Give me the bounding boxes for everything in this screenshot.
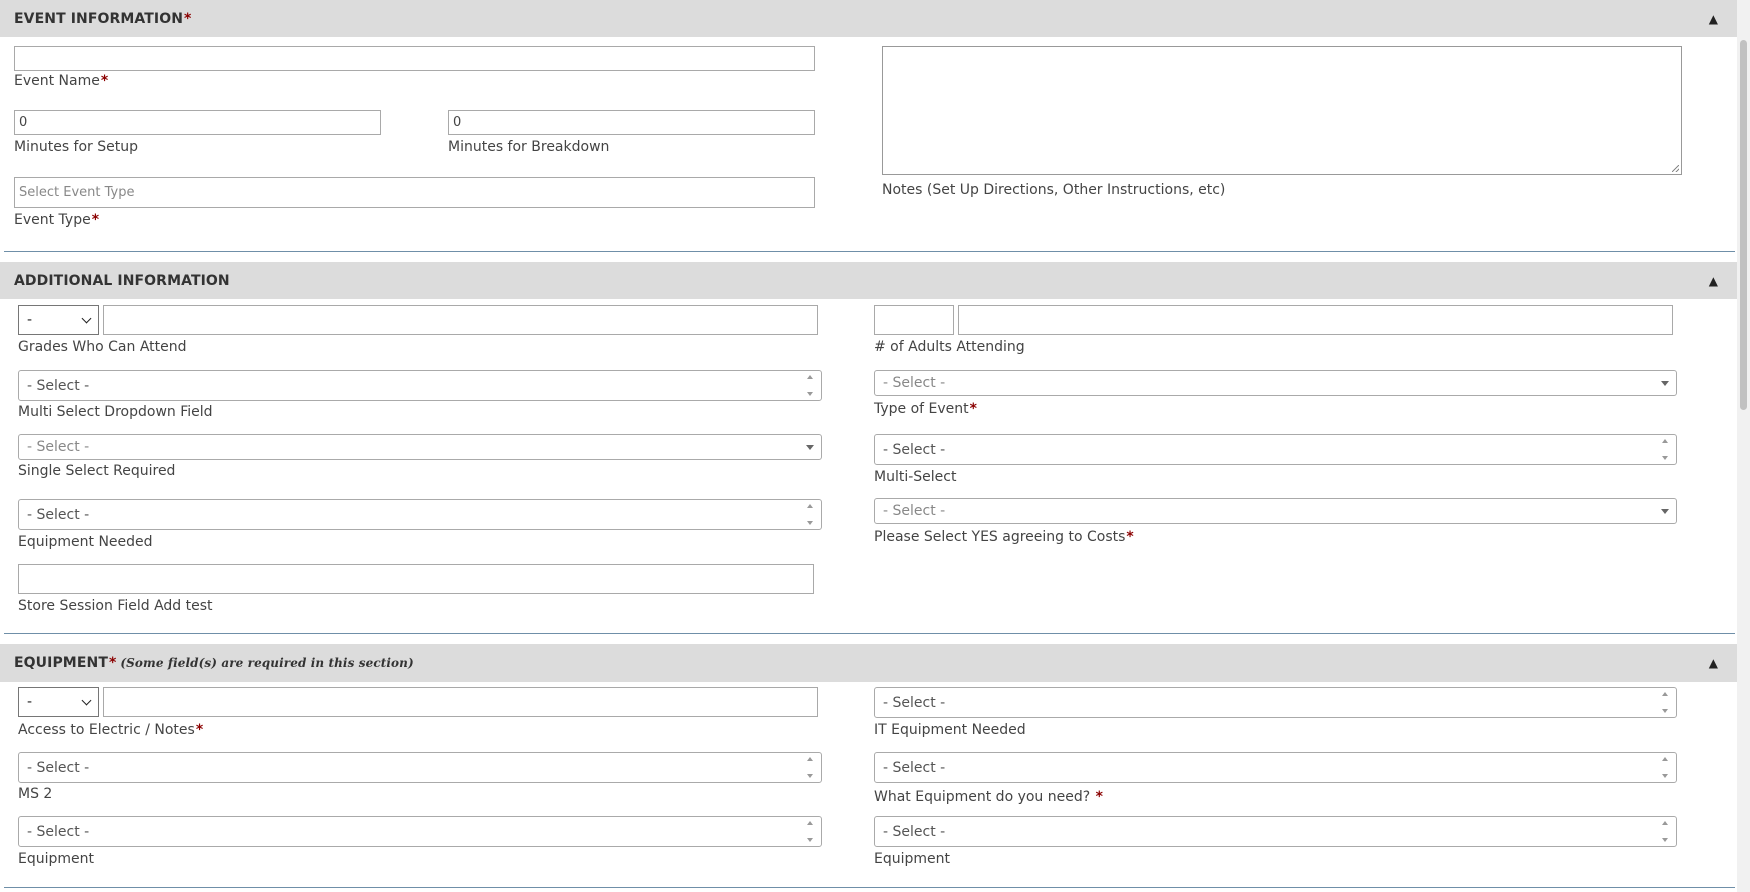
adults-notes-input[interactable] bbox=[958, 305, 1673, 335]
event-name-input[interactable] bbox=[14, 46, 815, 71]
section-title-text: ADDITIONAL INFORMATION bbox=[14, 272, 230, 289]
spinner-icon[interactable] bbox=[1660, 692, 1670, 713]
section-title-text: EQUIPMENT bbox=[14, 655, 108, 671]
event-name-label: Event Name* bbox=[14, 73, 109, 89]
section-header-additional-information[interactable]: ADDITIONAL INFORMATION ▲ bbox=[0, 262, 1737, 299]
single-select-required-label: Single Select Required bbox=[18, 463, 176, 479]
section-title: ADDITIONAL INFORMATION bbox=[14, 262, 230, 299]
what-equipment-label: What Equipment do you need? * bbox=[874, 789, 1103, 805]
spinner-icon[interactable] bbox=[805, 375, 815, 396]
grades-label: Grades Who Can Attend bbox=[18, 339, 187, 355]
it-equipment-field[interactable]: - Select - bbox=[874, 687, 1677, 718]
adults-label: # of Adults Attending bbox=[874, 339, 1025, 355]
collapse-caret-icon[interactable]: ▲ bbox=[1709, 262, 1718, 299]
access-electric-select[interactable]: - bbox=[18, 687, 99, 717]
notes-label: Notes (Set Up Directions, Other Instruct… bbox=[882, 182, 1226, 198]
chevron-down-icon bbox=[1661, 509, 1669, 514]
section-note: (Some field(s) are required in this sect… bbox=[120, 656, 414, 670]
collapse-caret-icon[interactable]: ▲ bbox=[1709, 0, 1718, 37]
spinner-icon[interactable] bbox=[805, 757, 815, 778]
minutes-setup-input[interactable]: 0 bbox=[14, 110, 381, 135]
minutes-breakdown-label: Minutes for Breakdown bbox=[448, 139, 610, 155]
access-electric-notes-input[interactable] bbox=[103, 687, 818, 717]
section-title: EQUIPMENT * (Some field(s) are required in… bbox=[14, 644, 414, 682]
single-select-required[interactable]: - Select - bbox=[18, 434, 822, 460]
scrollbar-thumb[interactable] bbox=[1740, 40, 1747, 410]
agree-costs-select[interactable]: - Select - bbox=[874, 498, 1677, 524]
access-electric-label: Access to Electric / Notes* bbox=[18, 722, 204, 738]
section-divider bbox=[4, 251, 1735, 252]
equipment-left-field[interactable]: - Select - bbox=[18, 816, 822, 847]
grades-select[interactable]: - bbox=[18, 305, 99, 335]
agree-costs-label: Please Select YES agreeing to Costs* bbox=[874, 529, 1134, 545]
notes-textarea[interactable] bbox=[882, 46, 1682, 175]
minutes-breakdown-input[interactable]: 0 bbox=[448, 110, 815, 135]
required-marker: * bbox=[108, 655, 117, 671]
section-title-text: EVENT INFORMATION bbox=[14, 10, 184, 27]
spinner-icon[interactable] bbox=[1660, 439, 1670, 460]
chevron-down-icon bbox=[81, 695, 92, 706]
multi-dropdown-field[interactable]: - Select - bbox=[18, 370, 822, 401]
store-session-input[interactable] bbox=[18, 564, 814, 594]
multi-dropdown-label: Multi Select Dropdown Field bbox=[18, 404, 213, 420]
required-marker: * bbox=[184, 10, 192, 27]
multi-select-label: Multi-Select bbox=[874, 469, 957, 485]
ms2-field[interactable]: - Select - bbox=[18, 752, 822, 783]
type-of-event-select[interactable]: - Select - bbox=[874, 370, 1677, 396]
event-type-select[interactable]: Select Event Type bbox=[14, 177, 815, 208]
equipment-right-field[interactable]: - Select - bbox=[874, 816, 1677, 847]
equipment-needed-field[interactable]: - Select - bbox=[18, 499, 822, 530]
minutes-setup-label: Minutes for Setup bbox=[14, 139, 139, 155]
it-equipment-label: IT Equipment Needed bbox=[874, 722, 1026, 738]
grades-text-input[interactable] bbox=[103, 305, 818, 335]
collapse-caret-icon[interactable]: ▲ bbox=[1709, 644, 1718, 682]
multi-select-field[interactable]: - Select - bbox=[874, 434, 1677, 465]
adults-count-input[interactable] bbox=[874, 305, 954, 335]
event-type-label: Event Type* bbox=[14, 212, 100, 228]
page-scrollbar[interactable] bbox=[1737, 0, 1750, 892]
spinner-icon[interactable] bbox=[1660, 821, 1670, 842]
chevron-down-icon bbox=[1661, 381, 1669, 386]
spinner-icon[interactable] bbox=[805, 821, 815, 842]
store-session-label: Store Session Field Add test bbox=[18, 598, 213, 614]
equipment-needed-label: Equipment Needed bbox=[18, 534, 153, 550]
equipment-right-label: Equipment bbox=[874, 851, 950, 867]
chevron-down-icon bbox=[806, 445, 814, 450]
section-divider bbox=[4, 633, 1735, 634]
section-header-equipment[interactable]: EQUIPMENT * (Some field(s) are required in… bbox=[0, 644, 1737, 682]
resize-grip-icon[interactable] bbox=[1672, 165, 1679, 172]
section-divider bbox=[4, 887, 1735, 888]
what-equipment-field[interactable]: - Select - bbox=[874, 752, 1677, 783]
section-title: EVENT INFORMATION * bbox=[14, 0, 191, 37]
type-of-event-label: Type of Event* bbox=[874, 401, 977, 417]
equipment-left-label: Equipment bbox=[18, 851, 94, 867]
section-header-event-information[interactable]: EVENT INFORMATION * ▲ bbox=[0, 0, 1737, 37]
ms2-label: MS 2 bbox=[18, 786, 53, 802]
spinner-icon[interactable] bbox=[805, 504, 815, 525]
spinner-icon[interactable] bbox=[1660, 757, 1670, 778]
chevron-down-icon bbox=[81, 313, 92, 324]
